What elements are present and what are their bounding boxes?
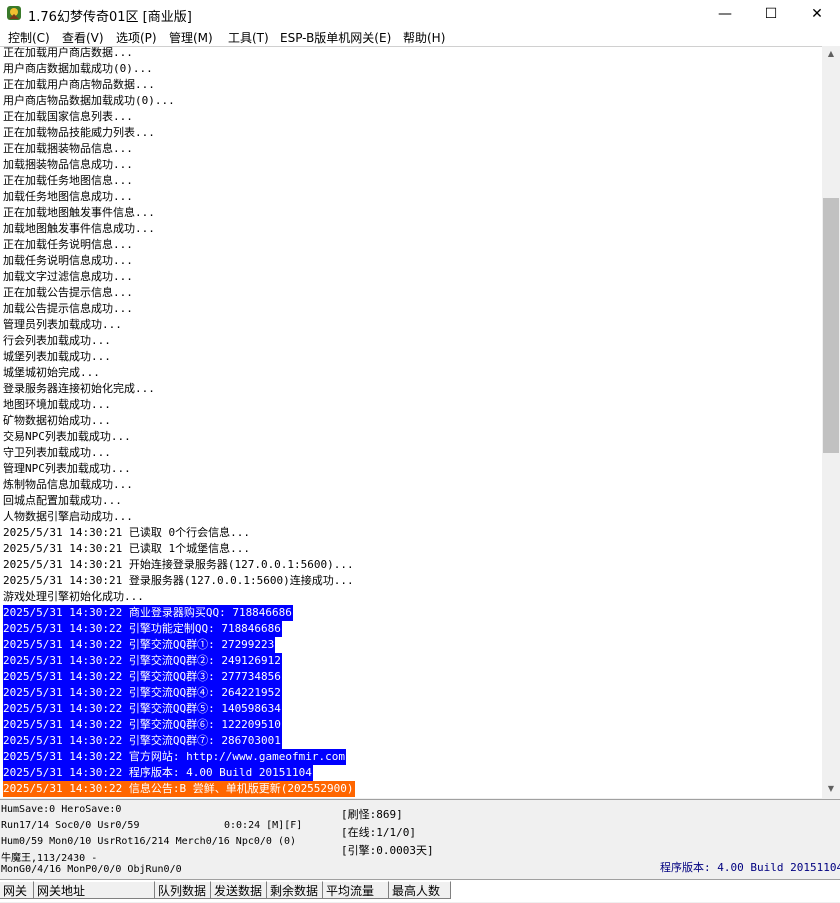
log-line: 正在加载任务说明信息...: [3, 238, 133, 251]
log-line: 2025/5/31 14:30:21 开始连接登录服务器(127.0.0.1:5…: [3, 558, 354, 571]
log-line: 正在加载公告提示信息...: [3, 286, 133, 299]
close-button[interactable]: ✕: [794, 0, 840, 28]
log-line: 正在加载物品技能威力列表...: [3, 126, 155, 139]
log-line: 正在加载任务地图信息...: [3, 174, 133, 187]
menu-view[interactable]: 查看(V): [62, 29, 104, 46]
col-queue-data[interactable]: 队列数据: [155, 881, 211, 899]
refresh-count: [刷怪:869]: [341, 808, 403, 821]
log-line: 2025/5/31 14:30:22 引擎功能定制QQ: 718846686: [3, 621, 282, 637]
log-line: 城堡列表加载成功...: [3, 350, 111, 363]
col-gateway[interactable]: 网关: [0, 881, 34, 899]
log-line: 用户商店数据加载成功(0)...: [3, 62, 153, 75]
scroll-up-icon[interactable]: ▲: [822, 46, 840, 62]
log-line: 2025/5/31 14:30:22 引擎交流QQ群⑥: 122209510: [3, 717, 282, 733]
app-icon: [7, 6, 21, 20]
gateway-list-header: 网关 网关地址 队列数据 发送数据 剩余数据 平均流量 最高人数: [0, 879, 840, 902]
col-gateway-address[interactable]: 网关地址: [34, 881, 155, 899]
log-line: 炼制物品信息加载成功...: [3, 478, 133, 491]
log-line: 加载任务说明信息成功...: [3, 254, 133, 267]
title-bar: 1.76幻梦传奇01区 [商业版] — ☐ ✕: [0, 0, 840, 28]
log-line: 守卫列表加载成功...: [3, 446, 111, 459]
menu-tools[interactable]: 工具(T): [228, 29, 269, 46]
log-line: 矿物数据初始成功...: [3, 414, 111, 427]
log-line: 加载捆装物品信息成功...: [3, 158, 133, 171]
log-line: 正在加载用户商店数据...: [3, 46, 133, 59]
log-line: 正在加载地图触发事件信息...: [3, 206, 155, 219]
scroll-thumb[interactable]: [823, 198, 839, 453]
col-max-users[interactable]: 最高人数: [389, 881, 451, 899]
hum-status: Hum0/59 Mon0/10 UsrRot16/214 Merch0/16 N…: [1, 836, 297, 847]
run-status: Run17/14 Soc0/0 Usr0/59: [1, 820, 140, 831]
log-line: 2025/5/31 14:30:22 引擎交流QQ群④: 264221952: [3, 685, 282, 701]
log-line: 2025/5/31 14:30:22 官方网站: http://www.game…: [3, 749, 347, 765]
col-remaining-data[interactable]: 剩余数据: [267, 881, 323, 899]
window-title: 1.76幻梦传奇01区 [商业版]: [28, 10, 192, 25]
log-line: 2025/5/31 14:30:22 引擎交流QQ群③: 277734856: [3, 669, 282, 685]
engine-uptime: [引擎:0.0003天]: [341, 844, 434, 857]
log-line: 正在加载捆装物品信息...: [3, 142, 133, 155]
mon-status: MonG0/4/16 MonP0/0/0 ObjRun0/0: [1, 864, 182, 875]
log-line: 2025/5/31 14:30:22 信息公告:B 尝鲜、单机版更新(20255…: [3, 781, 355, 797]
menu-gateway[interactable]: ESP-B版单机网关(E): [280, 29, 391, 46]
menu-help[interactable]: 帮助(H): [403, 29, 445, 46]
program-version: 程序版本: 4.00 Build 20151104: [660, 861, 840, 874]
log-line: 正在加载用户商店物品数据...: [3, 78, 155, 91]
log-line: 加载文字过滤信息成功...: [3, 270, 133, 283]
log-line: 正在加载国家信息列表...: [3, 110, 133, 123]
log-output[interactable]: 正在加载用户商店数据... 用户商店数据加载成功(0)... 正在加载用户商店物品数…: [0, 46, 822, 798]
log-line: 2025/5/31 14:30:21 登录服务器(127.0.0.1:5600)…: [3, 574, 354, 587]
log-line: 2025/5/31 14:30:22 程序版本: 4.00 Build 2015…: [3, 765, 313, 781]
log-line: 2025/5/31 14:30:22 引擎交流QQ群②: 249126912: [3, 653, 282, 669]
log-line: 2025/5/31 14:30:22 引擎交流QQ群⑤: 140598634: [3, 701, 282, 717]
col-send-data[interactable]: 发送数据: [211, 881, 267, 899]
log-line: 登录服务器连接初始化完成...: [3, 382, 155, 395]
maximize-button[interactable]: ☐: [748, 0, 794, 28]
log-line: 行会列表加载成功...: [3, 334, 111, 347]
log-line: 2025/5/31 14:30:22 商业登录器购买QQ: 718846686: [3, 605, 293, 621]
log-line: 2025/5/31 14:30:21 已读取 0个行会信息...: [3, 526, 250, 539]
log-line: 管理员列表加载成功...: [3, 318, 122, 331]
menu-bar: 控制(C) 查看(V) 选项(P) 管理(M) 工具(T) ESP-B版单机网关…: [0, 28, 840, 46]
timer-status: 0:0:24 [M][F]: [224, 820, 303, 831]
log-line: 2025/5/31 14:30:22 引擎交流QQ群⑦: 286703001: [3, 733, 282, 749]
log-line: 加载公告提示信息成功...: [3, 302, 133, 315]
log-line: 地图环境加载成功...: [3, 398, 111, 411]
log-line: 城堡城初始完成...: [3, 366, 100, 379]
online-count: [在线:1/1/0]: [341, 826, 416, 839]
minimize-button[interactable]: —: [702, 0, 748, 28]
log-line: 交易NPC列表加载成功...: [3, 430, 131, 443]
log-line: 加载任务地图信息成功...: [3, 190, 133, 203]
col-average-traffic[interactable]: 平均流量: [323, 881, 389, 899]
menu-options[interactable]: 选项(P): [116, 29, 157, 46]
log-line: 管理NPC列表加载成功...: [3, 462, 131, 475]
save-status: HumSave:0 HeroSave:0: [1, 804, 122, 815]
log-line: 用户商店物品数据加载成功(0)...: [3, 94, 175, 107]
log-line: 回城点配置加载成功...: [3, 494, 122, 507]
menu-manage[interactable]: 管理(M): [169, 29, 213, 46]
log-line: 2025/5/31 14:30:21 已读取 1个城堡信息...: [3, 542, 250, 555]
log-line: 游戏处理引擎初始化成功...: [3, 590, 144, 603]
scroll-down-icon[interactable]: ▼: [822, 781, 840, 797]
log-line: 2025/5/31 14:30:22 引擎交流QQ群①: 27299223: [3, 637, 276, 653]
log-line: 人物数据引擎启动成功...: [3, 510, 133, 523]
log-line: 加载地图触发事件信息成功...: [3, 222, 155, 235]
player-status: 牛魔王,113/2430 -: [1, 853, 98, 864]
log-scrollbar[interactable]: ▲ ▼: [822, 46, 840, 797]
menu-control[interactable]: 控制(C): [8, 29, 50, 46]
